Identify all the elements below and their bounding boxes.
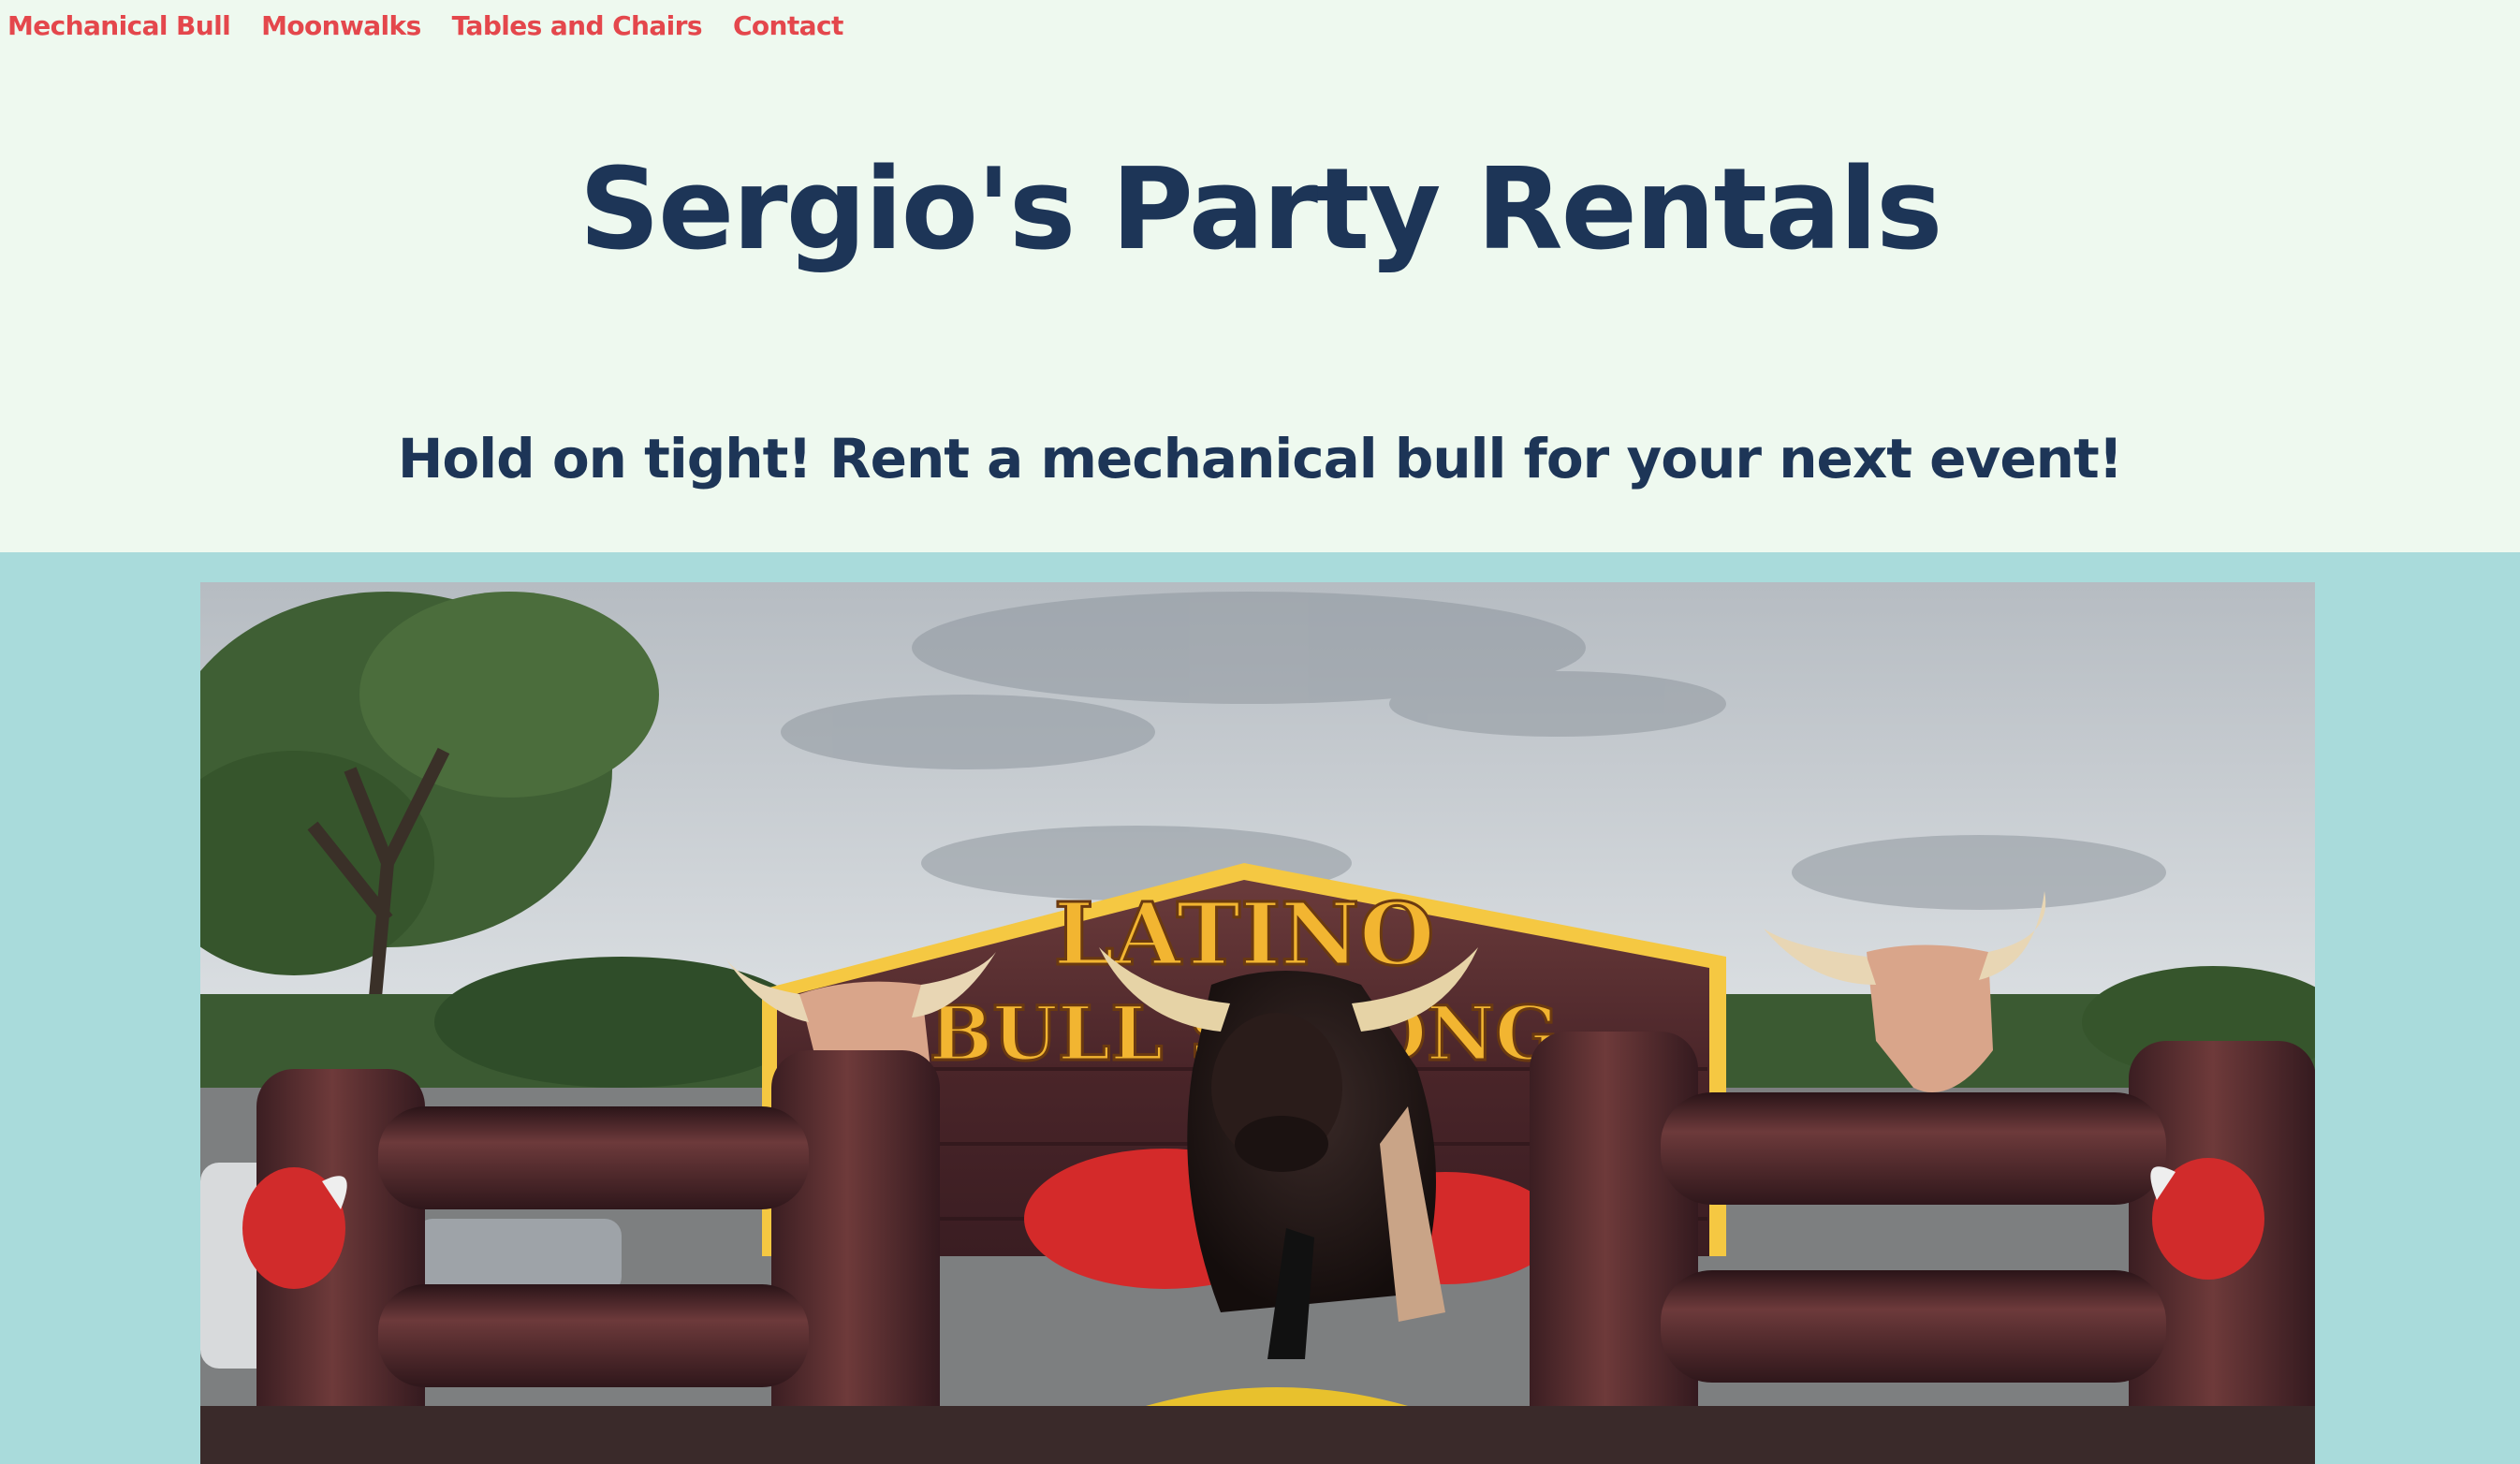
site-title: Sergio's Party Rentals bbox=[579, 145, 1943, 275]
main-nav: Mechanical Bull Moonwalks Tables and Cha… bbox=[7, 7, 843, 45]
nav-link-contact[interactable]: Contact bbox=[733, 7, 843, 45]
inflatable-floor bbox=[200, 1406, 2315, 1464]
nav-link-tables-and-chairs[interactable]: Tables and Chairs bbox=[452, 7, 703, 45]
nav-link-mechanical-bull[interactable]: Mechanical Bull bbox=[7, 7, 231, 45]
site-header: Mechanical Bull Moonwalks Tables and Cha… bbox=[0, 0, 2520, 552]
sign-lettering-top: LATINO bbox=[1054, 884, 1435, 985]
hero-tagline: Hold on tight! Rent a mechanical bull fo… bbox=[397, 427, 2123, 490]
hero-photo: LATINO BULL STRONG bbox=[200, 582, 2315, 1464]
nav-link-moonwalks[interactable]: Moonwalks bbox=[261, 7, 421, 45]
